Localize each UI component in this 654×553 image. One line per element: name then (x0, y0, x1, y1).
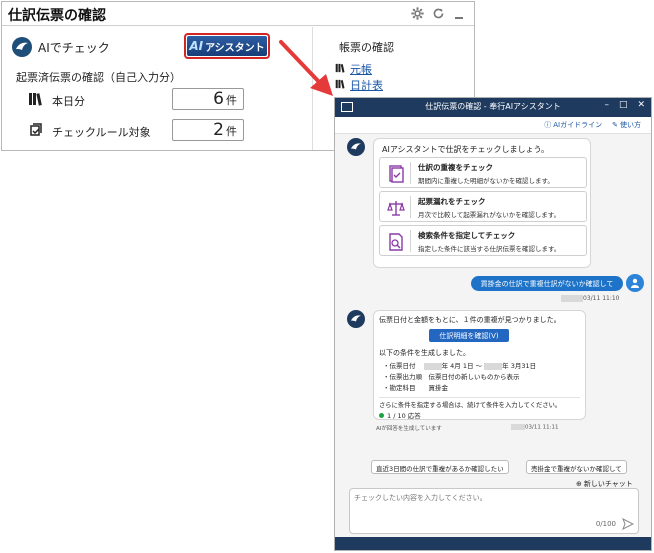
checklist-icon (28, 122, 44, 142)
rule-target-count-box[interactable]: 2件 (172, 119, 244, 141)
widget-header: 仕訳伝票の確認 (2, 2, 474, 26)
ai-check-row: AIでチェック (12, 37, 110, 57)
red-arrow-icon (279, 40, 333, 96)
plus-circle-icon: ⊕ (576, 480, 582, 488)
howto-link[interactable]: ✎ 使い方 (612, 120, 641, 130)
ai-assistant-prefix: AI (189, 39, 204, 53)
close-icon[interactable]: ✕ (637, 100, 645, 110)
minimize-icon[interactable]: – (604, 100, 609, 110)
user-message-bubble: 買掛金の仕訳で重複仕訳がないか確認して (471, 276, 623, 291)
ai-bird-icon (12, 37, 32, 57)
gear-icon[interactable] (410, 5, 424, 21)
widget-tools (410, 5, 466, 21)
option-condition-check[interactable]: 検索条件を指定してチェック 指定した条件に該当する仕訳伝票を確認します。 (379, 225, 587, 256)
masked-text (561, 295, 583, 302)
bot-avatar (347, 310, 365, 328)
suggestion-chip[interactable]: 直近3日間の仕訳で重複があるか確認したい (371, 460, 509, 474)
ai-assistant-label: アシスタント (205, 42, 265, 54)
ledger-link-general[interactable]: 元帳 (335, 61, 372, 77)
help-links: ⓘ AIガイドライン ✎ 使い方 (544, 120, 641, 130)
masked-text (423, 362, 442, 370)
masked-text (511, 424, 525, 430)
user-avatar-icon (626, 274, 644, 292)
maximize-icon[interactable]: □ (619, 100, 628, 110)
ai-assistant-button-face: AI アシスタント (187, 36, 267, 56)
masked-text (484, 362, 503, 370)
view-journal-details-button[interactable]: 仕訳明細を確認(V) (429, 329, 509, 342)
bot-avatar (347, 138, 365, 156)
suggestion-chip[interactable]: 売掛金で重複がないか確認して (526, 460, 627, 474)
status-dot-icon (379, 412, 384, 418)
document-check-icon (389, 165, 404, 183)
char-counter: 0/100 (595, 520, 616, 528)
option-desc: 期間内に重複した明細がないかを確認します。 (418, 177, 554, 185)
books-icon (28, 91, 44, 110)
condition-order: ・伝票出力順 伝票日付の新しいものから表示 (383, 373, 520, 381)
ledger-link-daily-text[interactable]: 日計表 (350, 77, 383, 93)
ai-assistant-button[interactable]: AI アシスタント (184, 33, 270, 59)
info-icon: ⓘ (544, 121, 552, 129)
divider (379, 397, 580, 398)
option-missing-check[interactable]: 起票漏れをチェック 月次で比較して起票漏れがないかを確認します。 (379, 191, 587, 222)
document-search-icon (389, 233, 403, 251)
window-footer (335, 537, 651, 550)
ledger-link-general-text[interactable]: 元帳 (350, 61, 372, 77)
option-separator (410, 196, 411, 218)
rule-target-count: 2 (213, 120, 224, 140)
ai-guideline-link[interactable]: ⓘ AIガイドライン (544, 120, 602, 130)
option-desc: 月次で比較して起票漏れがないかを確認します。 (418, 211, 561, 219)
option-duplicate-check[interactable]: 仕訳の重複をチェック 期間内に重複した明細がないかを確認します。 (379, 157, 587, 188)
rule-target-unit: 件 (226, 125, 237, 138)
scales-icon (387, 201, 405, 216)
window-controls: – □ ✕ (604, 100, 645, 110)
reply-summary: 伝票日付と金額をもとに、１件の重複が見つかりました。 (379, 316, 561, 324)
howto-label: 使い方 (620, 121, 641, 129)
ledger-title: 帳票の確認 (339, 41, 394, 54)
condition-account: ・勘定科目 買掛金 (383, 384, 448, 392)
chat-input-box[interactable]: 0/100 (349, 488, 639, 534)
ai-guideline-label: AIガイドライン (553, 121, 603, 129)
option-desc: 指定した条件に該当する仕訳伝票を確認します。 (418, 245, 561, 253)
ai-check-label: AIでチェック (38, 40, 110, 55)
window-titlebar: 仕訳伝票の確認 - 奉行AIアシスタント – □ ✕ (335, 98, 651, 117)
ledger-link-daily[interactable]: 日計表 (335, 77, 383, 93)
window-toolbar: ⓘ AIガイドライン ✎ 使い方 (335, 117, 651, 134)
chat-input[interactable] (354, 493, 624, 511)
today-unit: 件 (226, 94, 237, 107)
widget-title: 仕訳伝票の確認 (8, 8, 106, 24)
widget-left-section: AIでチェック AI アシスタント 起票済伝票の確認（自己入力分） 本日分 6件… (2, 27, 312, 150)
option-title: 起票漏れをチェック (418, 197, 486, 206)
today-count: 6 (213, 89, 224, 109)
minimize-icon[interactable] (452, 5, 466, 21)
send-icon[interactable] (622, 518, 634, 530)
ai-assistant-window: 仕訳伝票の確認 - 奉行AIアシスタント – □ ✕ ⓘ AIガイドライン ✎ … (334, 97, 652, 551)
refresh-icon[interactable] (431, 5, 445, 21)
user-message-time: 03/11 11:10 (561, 295, 620, 302)
conditions-heading: 以下の条件を生成しました。 (379, 349, 470, 357)
check-options-intro: AIアシスタントで仕訳をチェックしましょう。 (382, 145, 550, 154)
ai-disclaimer: AIが回答を生成しています (376, 426, 442, 432)
ai-reply-time: 03/11 11:11 (511, 424, 558, 431)
reply-more-hint: さらに条件を指定する場合は、続けて条件を入力してください。 (379, 402, 562, 409)
pen-icon: ✎ (612, 121, 618, 129)
response-counter: 1 / 10 応答 (379, 410, 421, 420)
option-separator (410, 162, 411, 184)
posted-vouchers-title: 起票済伝票の確認（自己入力分） (16, 71, 181, 84)
option-title: 仕訳の重複をチェック (418, 163, 493, 172)
option-title: 検索条件を指定してチェック (418, 231, 516, 240)
ai-reply-card: 伝票日付と金額をもとに、１件の重複が見つかりました。 仕訳明細を確認(V) 以下… (373, 310, 586, 420)
option-separator (410, 230, 411, 252)
condition-date: ・伝票日付 年 4月 1日 ～ 年 3月31日 (383, 362, 537, 370)
check-options-card: AIアシスタントで仕訳をチェックしましょう。 仕訳の重複をチェック 期間内に重複… (373, 138, 591, 268)
today-count-box[interactable]: 6件 (172, 88, 244, 110)
